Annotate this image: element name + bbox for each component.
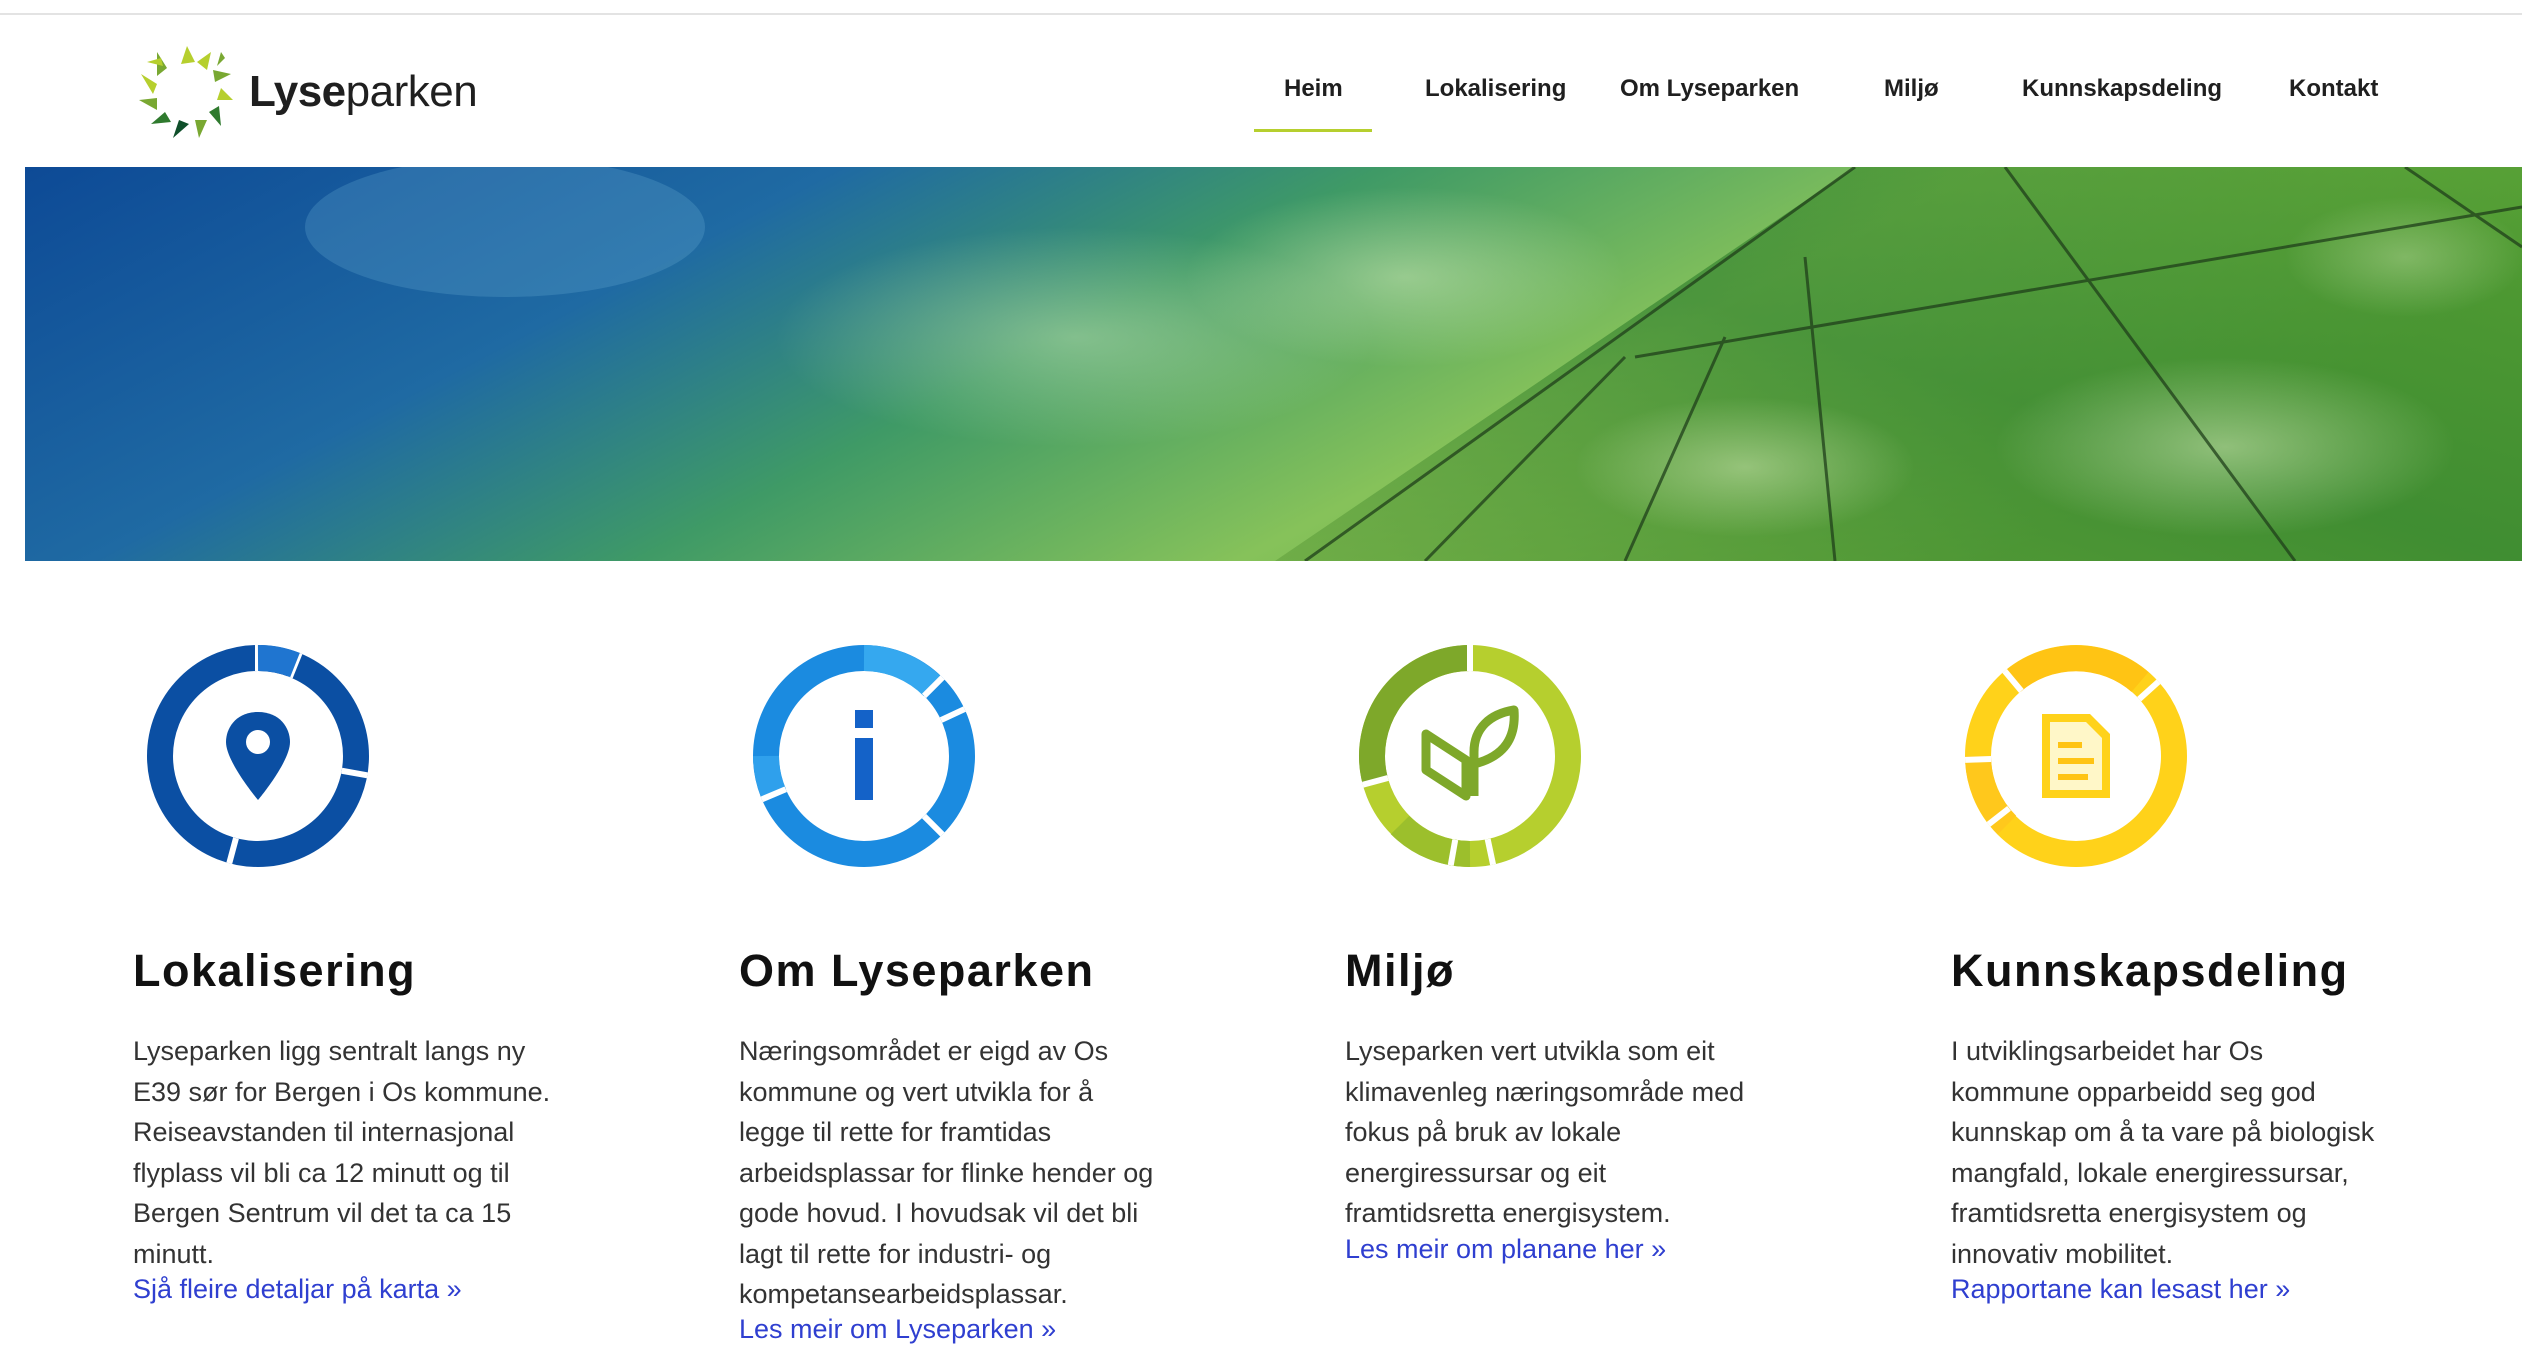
info-icon [855,710,873,800]
feature-title: Kunnskapsdeling [1951,945,2349,996]
logo-mark-icon [139,46,233,138]
leaf-icon [1421,705,1519,801]
nav-active-indicator [1254,129,1372,132]
nav-item-kunnskapsdeling[interactable]: Kunnskapsdeling [2022,75,2222,103]
document-ring [1964,645,2187,867]
leaf-ring [1359,645,1581,867]
feature-link-om-lyseparken[interactable]: Les meir om Lyseparken » [739,1314,1056,1345]
site-header: Lyseparken Heim Lokalisering Om Lysepark… [0,17,2522,167]
feature-title: Om Lyseparken [739,945,1095,996]
feature-description: Lyseparken ligg sentralt langs ny E39 sø… [133,1036,551,1269]
feature-link-kunnskapsdeling[interactable]: Rapportane kan lesast her » [1951,1274,2290,1305]
location-pin-icon [226,712,290,800]
nav-item-kontakt[interactable]: Kontakt [2289,75,2378,103]
hero-banner [25,167,2522,561]
nav-item-heim[interactable]: Heim [1284,75,1343,103]
nav-item-om-lyseparken[interactable]: Om Lyseparken [1620,75,1799,103]
logo-wordmark: Lyseparken [249,67,478,116]
feature-title: Miljø [1345,945,1455,996]
feature-link-lokalisering[interactable]: Sjå fleire detaljar på karta » [133,1274,462,1305]
nav-item-miljo[interactable]: Miljø [1884,75,1939,103]
feature-link-miljo[interactable]: Les meir om planane her » [1345,1234,1666,1265]
site-logo[interactable]: Lyseparken [133,42,478,142]
info-ring [753,645,975,867]
feature-title: Lokalisering [133,945,417,996]
hero-image [25,167,2522,561]
feature-description: Næringsområdet er eigd av Os kommune og … [739,1036,1154,1309]
document-icon [2042,714,2110,798]
top-border [0,0,2522,15]
feature-description: I utviklingsarbeidet har Os kommune oppa… [1951,1036,2375,1269]
nav-item-lokalisering[interactable]: Lokalisering [1425,75,1566,103]
location-ring [147,645,369,867]
feature-description: Lyseparken vert utvikla som eit klimaven… [1345,1036,1745,1228]
